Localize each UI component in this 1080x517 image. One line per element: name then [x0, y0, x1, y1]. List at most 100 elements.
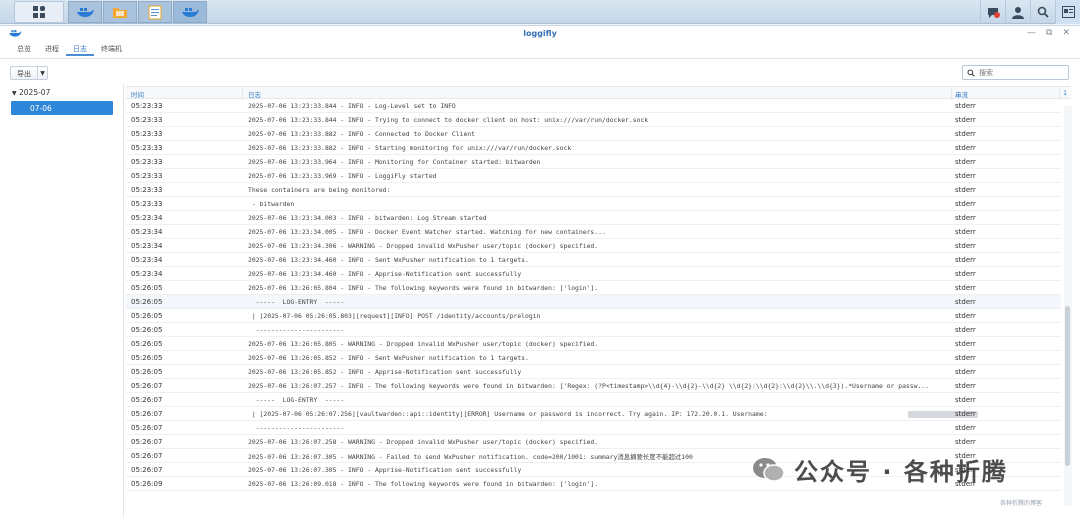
restore-icon[interactable]: ⧉ — [1046, 28, 1052, 38]
export-dropdown-button[interactable]: ▼ — [38, 66, 48, 80]
table-row[interactable]: 05:23:33 - bitwarden stderr — [126, 197, 1061, 211]
table-row[interactable]: 05:26:07 2025-07-06 13:26:07.257 - INFO -… — [126, 379, 1061, 393]
table-row[interactable]: 05:26:05 | [2025-07-06 05:26:05.803][req… — [126, 309, 1061, 323]
cell-time: 05:26:05 — [131, 284, 163, 292]
tab-terminal[interactable]: 终端机 — [94, 42, 129, 56]
scrollbar-thumb[interactable] — [1065, 306, 1070, 466]
cell-stream: stderr — [955, 284, 976, 292]
cell-stream: stderr — [955, 326, 976, 334]
taskbar-app-loggifly[interactable] — [173, 1, 207, 23]
table-row[interactable]: 05:26:07 2025-07-06 13:26:07.258 - WARNIN… — [126, 435, 1061, 449]
cell-time: 05:26:07 — [131, 466, 163, 474]
user-icon — [1012, 6, 1024, 19]
cell-time: 05:26:05 — [131, 354, 163, 362]
cell-stream: stderr — [955, 368, 976, 376]
column-header-log[interactable]: 日志 — [248, 89, 261, 99]
wechat-icon — [753, 457, 785, 482]
cell-time: 05:23:34 — [131, 270, 163, 278]
tab-divider — [0, 58, 1080, 59]
table-row[interactable]: 05:23:34 2025-07-06 13:23:34.460 - INFO -… — [126, 267, 1061, 281]
cell-log: 2025-07-06 13:23:34.003 - INFO - bitward… — [248, 214, 487, 222]
cell-time: 05:26:05 — [131, 340, 163, 348]
cell-stream: stderr — [955, 242, 976, 250]
notifications-button[interactable] — [980, 0, 1005, 24]
cell-log: ----- LOG-ENTRY ----- — [248, 396, 345, 404]
taskbar-app-file-station[interactable] — [103, 1, 137, 23]
cell-time: 05:23:34 — [131, 214, 163, 222]
cell-time: 05:26:05 — [131, 368, 163, 376]
cell-log: 2025-07-06 13:23:33.844 - INFO - Log-Lev… — [248, 102, 456, 110]
table-row[interactable]: 05:23:34 2025-07-06 13:23:34.005 - INFO -… — [126, 225, 1061, 239]
table-row[interactable]: 05:26:05 2025-07-06 13:26:05.804 - INFO -… — [126, 281, 1061, 295]
tree-node-month[interactable]: ▼ 2025-07 — [12, 88, 50, 97]
export-button[interactable]: 导出 — [10, 66, 38, 80]
table-row[interactable]: 05:26:05 2025-07-06 13:26:05.852 - INFO -… — [126, 351, 1061, 365]
watermark-caption: 各种折腾的博客 — [1000, 500, 1043, 507]
table-row[interactable]: 05:23:33 2025-07-06 13:23:33.969 - INFO -… — [126, 169, 1061, 183]
minimize-icon[interactable]: — — [1027, 28, 1036, 38]
table-row[interactable]: 05:26:05 2025-07-06 13:26:05.852 - INFO -… — [126, 365, 1061, 379]
search-input[interactable] — [979, 68, 1064, 77]
table-row[interactable]: 05:23:33 2025-07-06 13:23:33.844 - INFO -… — [126, 99, 1061, 113]
table-row[interactable]: 05:23:33 These containers are being monit… — [126, 183, 1061, 197]
tree-month-label: 2025-07 — [19, 88, 51, 97]
cell-stream: stderr — [955, 298, 976, 306]
close-icon[interactable]: ✕ — [1062, 28, 1070, 38]
widgets-button[interactable] — [1055, 0, 1080, 24]
main-menu-button[interactable] — [14, 1, 64, 23]
table-row[interactable]: 05:23:34 2025-07-06 13:23:34.306 - WARNIN… — [126, 239, 1061, 253]
tab-bar: 总览 进程 日志 终端机 — [10, 42, 129, 56]
cell-log: 2025-07-06 13:26:07.305 - WARNING - Fail… — [248, 453, 693, 461]
search-box[interactable] — [962, 65, 1069, 80]
cell-time: 05:23:33 — [131, 116, 163, 124]
cell-log: 2025-07-06 13:23:33.844 - INFO - Trying … — [248, 116, 649, 124]
cell-time: 05:26:05 — [131, 312, 163, 320]
cell-stream: stderr — [955, 424, 976, 432]
table-row[interactable]: 05:23:33 2025-07-06 13:23:33.882 - INFO -… — [126, 141, 1061, 155]
cell-stream: stderr — [955, 172, 976, 180]
tab-log[interactable]: 日志 — [66, 42, 94, 56]
cell-time: 05:23:33 — [131, 130, 163, 138]
cell-log: 2025-07-06 13:26:07.257 - INFO - The fol… — [248, 382, 930, 390]
table-row[interactable]: 05:23:34 2025-07-06 13:23:34.460 - INFO -… — [126, 253, 1061, 267]
search-button[interactable] — [1030, 0, 1055, 24]
tab-process[interactable]: 进程 — [38, 42, 66, 56]
table-row[interactable]: 05:26:07 ----- LOG-ENTRY ----- stderr — [126, 393, 1061, 407]
cell-log: ----- LOG-ENTRY ----- — [248, 298, 345, 306]
column-header-extra[interactable]: 1 — [1063, 89, 1067, 97]
table-row[interactable]: 05:26:05 ----- LOG-ENTRY ----- stderr — [126, 295, 1061, 309]
window-titlebar: loggifly — ⧉ ✕ — [0, 26, 1080, 41]
table-row[interactable]: 05:26:05 ----------------------- stderr — [126, 323, 1061, 337]
cell-stream: stderr — [955, 256, 976, 264]
docker-whale-icon — [77, 8, 94, 17]
caret-down-icon: ▼ — [12, 90, 17, 97]
cell-log: - bitwarden — [248, 200, 295, 208]
cell-log: 2025-07-06 13:26:05.852 - INFO - Sent Wx… — [248, 354, 529, 362]
docker-whale-icon — [182, 8, 199, 17]
table-row[interactable]: 05:26:07 ----------------------- stderr — [126, 421, 1061, 435]
cell-time: 05:26:05 — [131, 298, 163, 306]
column-header-stream[interactable]: 串流 — [955, 89, 968, 99]
table-row[interactable]: 05:23:33 2025-07-06 13:23:33.964 - INFO -… — [126, 155, 1061, 169]
tree-node-day[interactable]: 07-06 — [11, 101, 113, 115]
column-header-time[interactable]: 时间 — [131, 89, 144, 99]
table-row[interactable]: 05:23:33 2025-07-06 13:23:33.844 - INFO -… — [126, 113, 1061, 127]
cell-stream: stderr — [955, 130, 976, 138]
table-row[interactable]: 05:23:33 2025-07-06 13:23:33.882 - INFO -… — [126, 127, 1061, 141]
cell-log: ----------------------- — [248, 424, 345, 432]
user-button[interactable] — [1005, 0, 1030, 24]
cell-log: 2025-07-06 13:26:05.852 - INFO - Apprise… — [248, 368, 522, 376]
taskbar-app-container-manager[interactable] — [68, 1, 102, 23]
table-row[interactable]: 05:26:05 2025-07-06 13:26:05.805 - WARNIN… — [126, 337, 1061, 351]
search-icon — [1037, 6, 1049, 18]
cell-log: | [2025-07-06 05:26:07.256][vaultwarden:… — [248, 410, 768, 418]
taskbar-app-text-editor[interactable] — [138, 1, 172, 23]
cell-log: 2025-07-06 13:23:34.005 - INFO - Docker … — [248, 228, 606, 236]
tab-overview[interactable]: 总览 — [10, 42, 38, 56]
cell-time: 05:23:33 — [131, 158, 163, 166]
table-row[interactable]: 05:26:07 | [2025-07-06 05:26:07.256][vau… — [126, 407, 1061, 421]
cell-log: 2025-07-06 13:26:05.805 - WARNING - Drop… — [248, 340, 599, 348]
table-row[interactable]: 05:23:34 2025-07-06 13:23:34.003 - INFO -… — [126, 211, 1061, 225]
cell-stream: stderr — [955, 228, 976, 236]
cell-time: 05:23:33 — [131, 186, 163, 194]
